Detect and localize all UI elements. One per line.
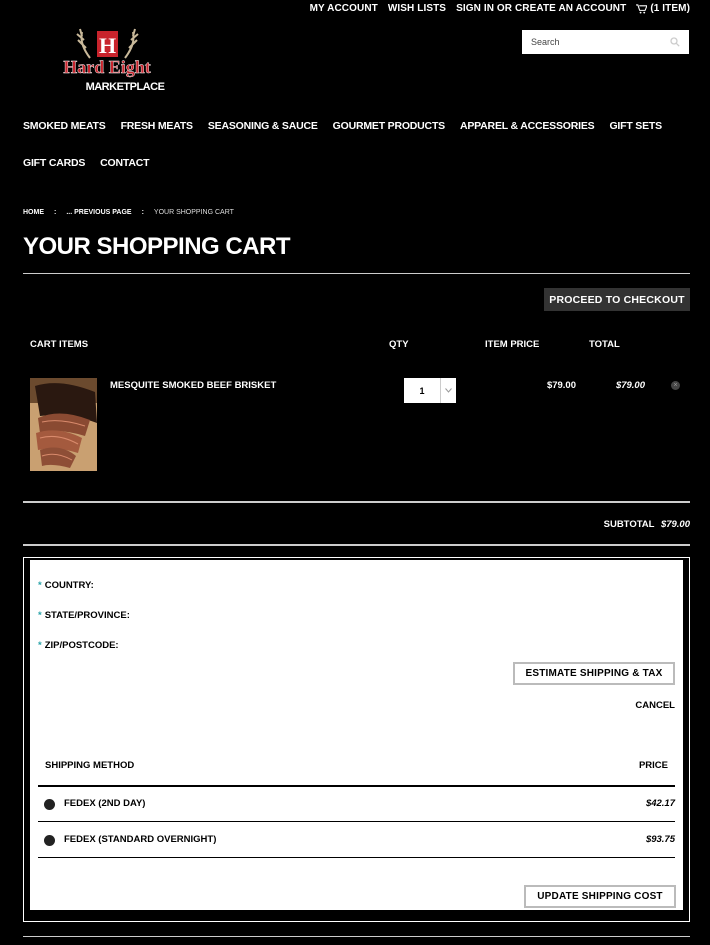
required-mark: * (38, 640, 42, 651)
breadcrumb: HOME : ... PREVIOUS PAGE : YOUR SHOPPING… (23, 209, 234, 216)
header-qty: QTY (389, 339, 409, 350)
divider (38, 857, 675, 858)
divider (23, 501, 690, 503)
quantity-select[interactable]: 1 (404, 378, 456, 403)
search-icon[interactable] (670, 37, 680, 47)
svg-text:MARKETPLACE: MARKETPLACE (86, 81, 165, 93)
wish-lists-link[interactable]: WISH LISTS (388, 3, 446, 14)
shipping-option-price: $42.17 (645, 798, 675, 809)
breadcrumb-previous[interactable]: ... PREVIOUS PAGE (66, 209, 131, 216)
search-input[interactable] (531, 37, 661, 47)
subtotal-amount: $79.00 (660, 519, 690, 530)
shipping-method-label: SHIPPING METHOD (45, 760, 135, 771)
nav-apparel-accessories[interactable]: APPAREL & ACCESSORIES (460, 120, 595, 132)
cart-link[interactable]: (1 ITEM) (636, 3, 690, 14)
quantity-value: 1 (419, 385, 425, 396)
shipping-option[interactable]: FEDEX (2ND DAY) $42.17 (38, 797, 675, 811)
divider (23, 936, 690, 937)
estimate-shipping-button[interactable]: ESTIMATE SHIPPING & TAX (513, 662, 675, 685)
nav-fresh-meats[interactable]: FRESH MEATS (121, 120, 193, 132)
proceed-to-checkout-button[interactable]: PROCEED TO CHECKOUT (544, 288, 690, 311)
country-label: COUNTRY: (44, 580, 94, 591)
state-label: STATE/PROVINCE: (44, 610, 130, 621)
sign-in-link[interactable]: SIGN IN OR CREATE AN ACCOUNT (456, 3, 626, 14)
cancel-link[interactable]: CANCEL (635, 700, 675, 711)
required-mark: * (38, 610, 42, 621)
my-account-link[interactable]: MY ACCOUNT (310, 3, 378, 14)
chevron-down-icon (440, 378, 456, 403)
required-mark: * (38, 580, 42, 591)
site-logo[interactable]: H Hard Eight MARKETPLACE (50, 28, 165, 98)
shipping-estimator: * COUNTRY: * STATE/PROVINCE: * ZIP/POSTCODE… (30, 560, 683, 910)
divider (23, 273, 690, 274)
product-name[interactable]: MESQUITE SMOKED BEEF BRISKET (110, 380, 276, 391)
nav-gourmet-products[interactable]: GOURMET PRODUCTS (333, 120, 446, 132)
nav-smoked-meats[interactable]: SMOKED MEATS (23, 120, 106, 132)
subtotal-label: SUBTOTAL (603, 519, 655, 530)
update-shipping-button[interactable]: UPDATE SHIPPING COST (524, 885, 676, 908)
zip-label: ZIP/POSTCODE: (44, 640, 119, 651)
header-cart-items: CART ITEMS (30, 339, 89, 350)
divider (38, 785, 675, 787)
shipping-price-label: PRICE (638, 760, 668, 771)
item-total: $79.00 (615, 380, 645, 391)
svg-text:H: H (99, 33, 116, 58)
shipping-option-name: FEDEX (2ND DAY) (64, 798, 146, 809)
product-image[interactable] (30, 378, 97, 471)
shipping-method-header: SHIPPING METHOD PRICE (45, 760, 668, 771)
main-nav: SMOKED MEATS FRESH MEATS SEASONING & SAU… (23, 120, 690, 194)
nav-contact[interactable]: CONTACT (100, 157, 149, 169)
shipping-option-name: FEDEX (STANDARD OVERNIGHT) (64, 834, 217, 845)
zip-field[interactable]: * ZIP/POSTCODE: (38, 640, 119, 651)
shipping-option[interactable]: FEDEX (STANDARD OVERNIGHT) $93.75 (38, 833, 675, 847)
header-total: TOTAL (589, 339, 620, 350)
nav-gift-sets[interactable]: GIFT SETS (609, 120, 662, 132)
svg-text:Hard Eight: Hard Eight (63, 57, 151, 77)
search-box (522, 30, 689, 54)
breadcrumb-home[interactable]: HOME (23, 209, 44, 216)
country-field[interactable]: * COUNTRY: (38, 580, 94, 591)
divider (38, 821, 675, 822)
breadcrumb-separator: : (54, 209, 57, 216)
breadcrumb-separator: : (141, 209, 144, 216)
page-title: YOUR SHOPPING CART (23, 233, 291, 260)
remove-item-icon[interactable]: × (671, 381, 680, 390)
shipping-option-price: $93.75 (645, 834, 675, 845)
item-price: $79.00 (546, 380, 576, 391)
divider (23, 544, 690, 546)
subtotal: SUBTOTAL $79.00 (604, 519, 690, 530)
cart-icon (636, 3, 648, 14)
state-field[interactable]: * STATE/PROVINCE: (38, 610, 130, 621)
nav-seasoning-sauce[interactable]: SEASONING & SAUCE (208, 120, 318, 132)
radio-button[interactable] (44, 799, 55, 810)
breadcrumb-current: YOUR SHOPPING CART (153, 209, 234, 216)
nav-gift-cards[interactable]: GIFT CARDS (23, 157, 85, 169)
header-item-price: ITEM PRICE (485, 339, 540, 350)
cart-count: (1 ITEM) (650, 3, 690, 14)
utility-nav: MY ACCOUNT WISH LISTS SIGN IN OR CREATE … (310, 3, 690, 14)
radio-button[interactable] (44, 835, 55, 846)
